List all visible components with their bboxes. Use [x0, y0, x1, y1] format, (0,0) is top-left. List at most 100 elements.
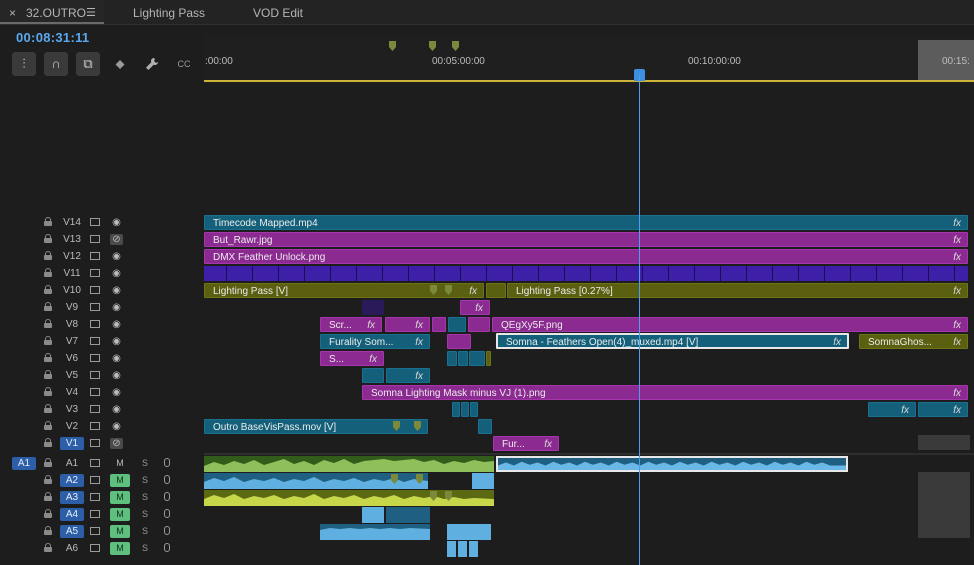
eye-icon[interactable]: ◉ — [110, 285, 123, 296]
mic-icon[interactable] — [164, 458, 170, 467]
solo-button[interactable]: S — [142, 457, 148, 470]
clip-furality-som[interactable]: Furality Som... fx — [320, 334, 430, 349]
lock-icon[interactable] — [44, 543, 52, 552]
lock-icon[interactable] — [44, 251, 52, 260]
mic-icon[interactable] — [164, 543, 170, 552]
lock-icon[interactable] — [44, 285, 52, 294]
work-area-bar[interactable] — [204, 80, 974, 82]
eye-icon[interactable]: ◉ — [110, 421, 123, 432]
sync-lock-icon[interactable] — [90, 493, 100, 501]
clip-small[interactable] — [447, 334, 471, 349]
tab-vod-edit[interactable]: VOD Edit — [253, 0, 303, 24]
audio-clip-small[interactable] — [469, 541, 478, 557]
playhead-timecode[interactable]: 00:08:31:11 — [16, 30, 89, 45]
lock-icon[interactable] — [44, 438, 52, 447]
lock-icon[interactable] — [44, 302, 52, 311]
lock-icon[interactable] — [44, 234, 52, 243]
clip-somnaghos[interactable]: SomnaGhos... fx — [859, 334, 968, 349]
sync-lock-icon[interactable] — [90, 544, 100, 552]
clip-small[interactable] — [486, 351, 491, 366]
sync-lock-icon[interactable] — [90, 422, 100, 430]
mute-button[interactable]: M — [110, 457, 130, 470]
clip-dmx-feather-unlock[interactable]: DMX Feather Unlock.png fx — [204, 249, 968, 264]
lock-icon[interactable] — [44, 319, 52, 328]
lock-icon[interactable] — [44, 421, 52, 430]
audio-clip-small[interactable] — [447, 524, 491, 540]
eye-icon[interactable]: ◉ — [110, 370, 123, 381]
mute-button[interactable]: M — [110, 508, 130, 521]
tab-lighting-pass[interactable]: Lighting Pass — [133, 0, 205, 24]
mute-button[interactable]: M — [110, 474, 130, 487]
mute-button[interactable]: M — [110, 525, 130, 538]
linked-selection-icon[interactable]: ⧉ — [76, 52, 100, 76]
wrench-icon[interactable] — [140, 52, 164, 76]
sync-lock-icon[interactable] — [90, 218, 100, 226]
audio-clip-small[interactable] — [447, 541, 456, 557]
solo-button[interactable]: S — [142, 508, 148, 521]
lock-icon[interactable] — [44, 492, 52, 501]
clip-small[interactable] — [448, 317, 466, 332]
mic-icon[interactable] — [164, 475, 170, 484]
clip-v11-segments[interactable] — [204, 266, 968, 281]
clip-timecode-mapped[interactable]: Timecode Mapped.mp4 fx — [204, 215, 968, 230]
sync-lock-icon[interactable] — [90, 269, 100, 277]
track-name[interactable]: V9 — [60, 301, 84, 314]
sync-lock-icon[interactable] — [90, 439, 100, 447]
clip-small[interactable] — [469, 351, 485, 366]
sync-lock-icon[interactable] — [90, 252, 100, 260]
track-name[interactable]: V7 — [60, 335, 84, 348]
clip-fur[interactable]: Fur... fx — [493, 436, 559, 451]
mic-icon[interactable] — [164, 526, 170, 535]
sync-lock-icon[interactable] — [90, 510, 100, 518]
track-name[interactable]: A6 — [60, 542, 84, 555]
clip-scr[interactable]: Scr... fx — [320, 317, 382, 332]
lock-icon[interactable] — [44, 404, 52, 413]
track-name-targeted[interactable]: A5 — [60, 525, 84, 538]
clip-small[interactable] — [432, 317, 446, 332]
lock-icon[interactable] — [44, 458, 52, 467]
tab-close-icon[interactable]: × — [9, 0, 16, 26]
lock-icon[interactable] — [44, 387, 52, 396]
audio-clip-a5[interactable] — [320, 524, 430, 540]
track-name[interactable]: V12 — [60, 250, 84, 263]
clip-but-rawr[interactable]: But_Rawr.jpg fx — [204, 232, 968, 247]
clip-small[interactable]: fx — [385, 317, 430, 332]
audio-clip-small[interactable] — [386, 507, 430, 523]
track-name[interactable]: V11 — [60, 267, 84, 280]
clip-small[interactable]: fx — [386, 368, 430, 383]
sync-lock-icon[interactable] — [90, 476, 100, 484]
lock-icon[interactable] — [44, 370, 52, 379]
clip-small[interactable] — [486, 283, 506, 298]
add-marker-icon[interactable]: ⬥ — [108, 52, 132, 76]
sync-lock-icon[interactable] — [90, 405, 100, 413]
track-name[interactable]: V6 — [60, 352, 84, 365]
lock-icon[interactable] — [44, 526, 52, 535]
sync-lock-icon[interactable] — [90, 286, 100, 294]
tab-menu-icon[interactable]: ☰ — [86, 0, 96, 26]
audio-video-divider[interactable] — [204, 453, 974, 455]
sync-lock-icon[interactable] — [90, 354, 100, 362]
sync-lock-icon[interactable] — [90, 388, 100, 396]
tab-32-outro[interactable]: × 32.OUTRO ☰ — [0, 0, 104, 24]
eye-icon[interactable]: ◉ — [110, 268, 123, 279]
clip-small[interactable]: fx — [868, 402, 916, 417]
audio-clip-small[interactable] — [472, 473, 494, 489]
clip-somna-lighting-mask[interactable]: Somna Lighting Mask minus VJ (1).png fx — [362, 385, 968, 400]
eye-icon[interactable]: ◉ — [110, 302, 123, 313]
lock-icon[interactable] — [44, 217, 52, 226]
track-name[interactable]: V13 — [60, 233, 84, 246]
track-name[interactable]: V8 — [60, 318, 84, 331]
track-name[interactable]: V2 — [60, 420, 84, 433]
eye-icon[interactable]: ◉ — [110, 217, 123, 228]
clip-small[interactable] — [452, 402, 460, 417]
track-name-targeted[interactable]: A3 — [60, 491, 84, 504]
clip-small[interactable] — [470, 402, 478, 417]
track-name[interactable]: V10 — [60, 284, 84, 297]
lock-icon[interactable] — [44, 336, 52, 345]
lock-icon[interactable] — [44, 353, 52, 362]
eye-off-icon[interactable]: ⊘ — [110, 438, 123, 449]
track-name-targeted[interactable]: A4 — [60, 508, 84, 521]
playhead-line[interactable] — [639, 75, 640, 565]
eye-icon[interactable]: ◉ — [110, 404, 123, 415]
clip-small[interactable]: fx — [460, 300, 490, 315]
